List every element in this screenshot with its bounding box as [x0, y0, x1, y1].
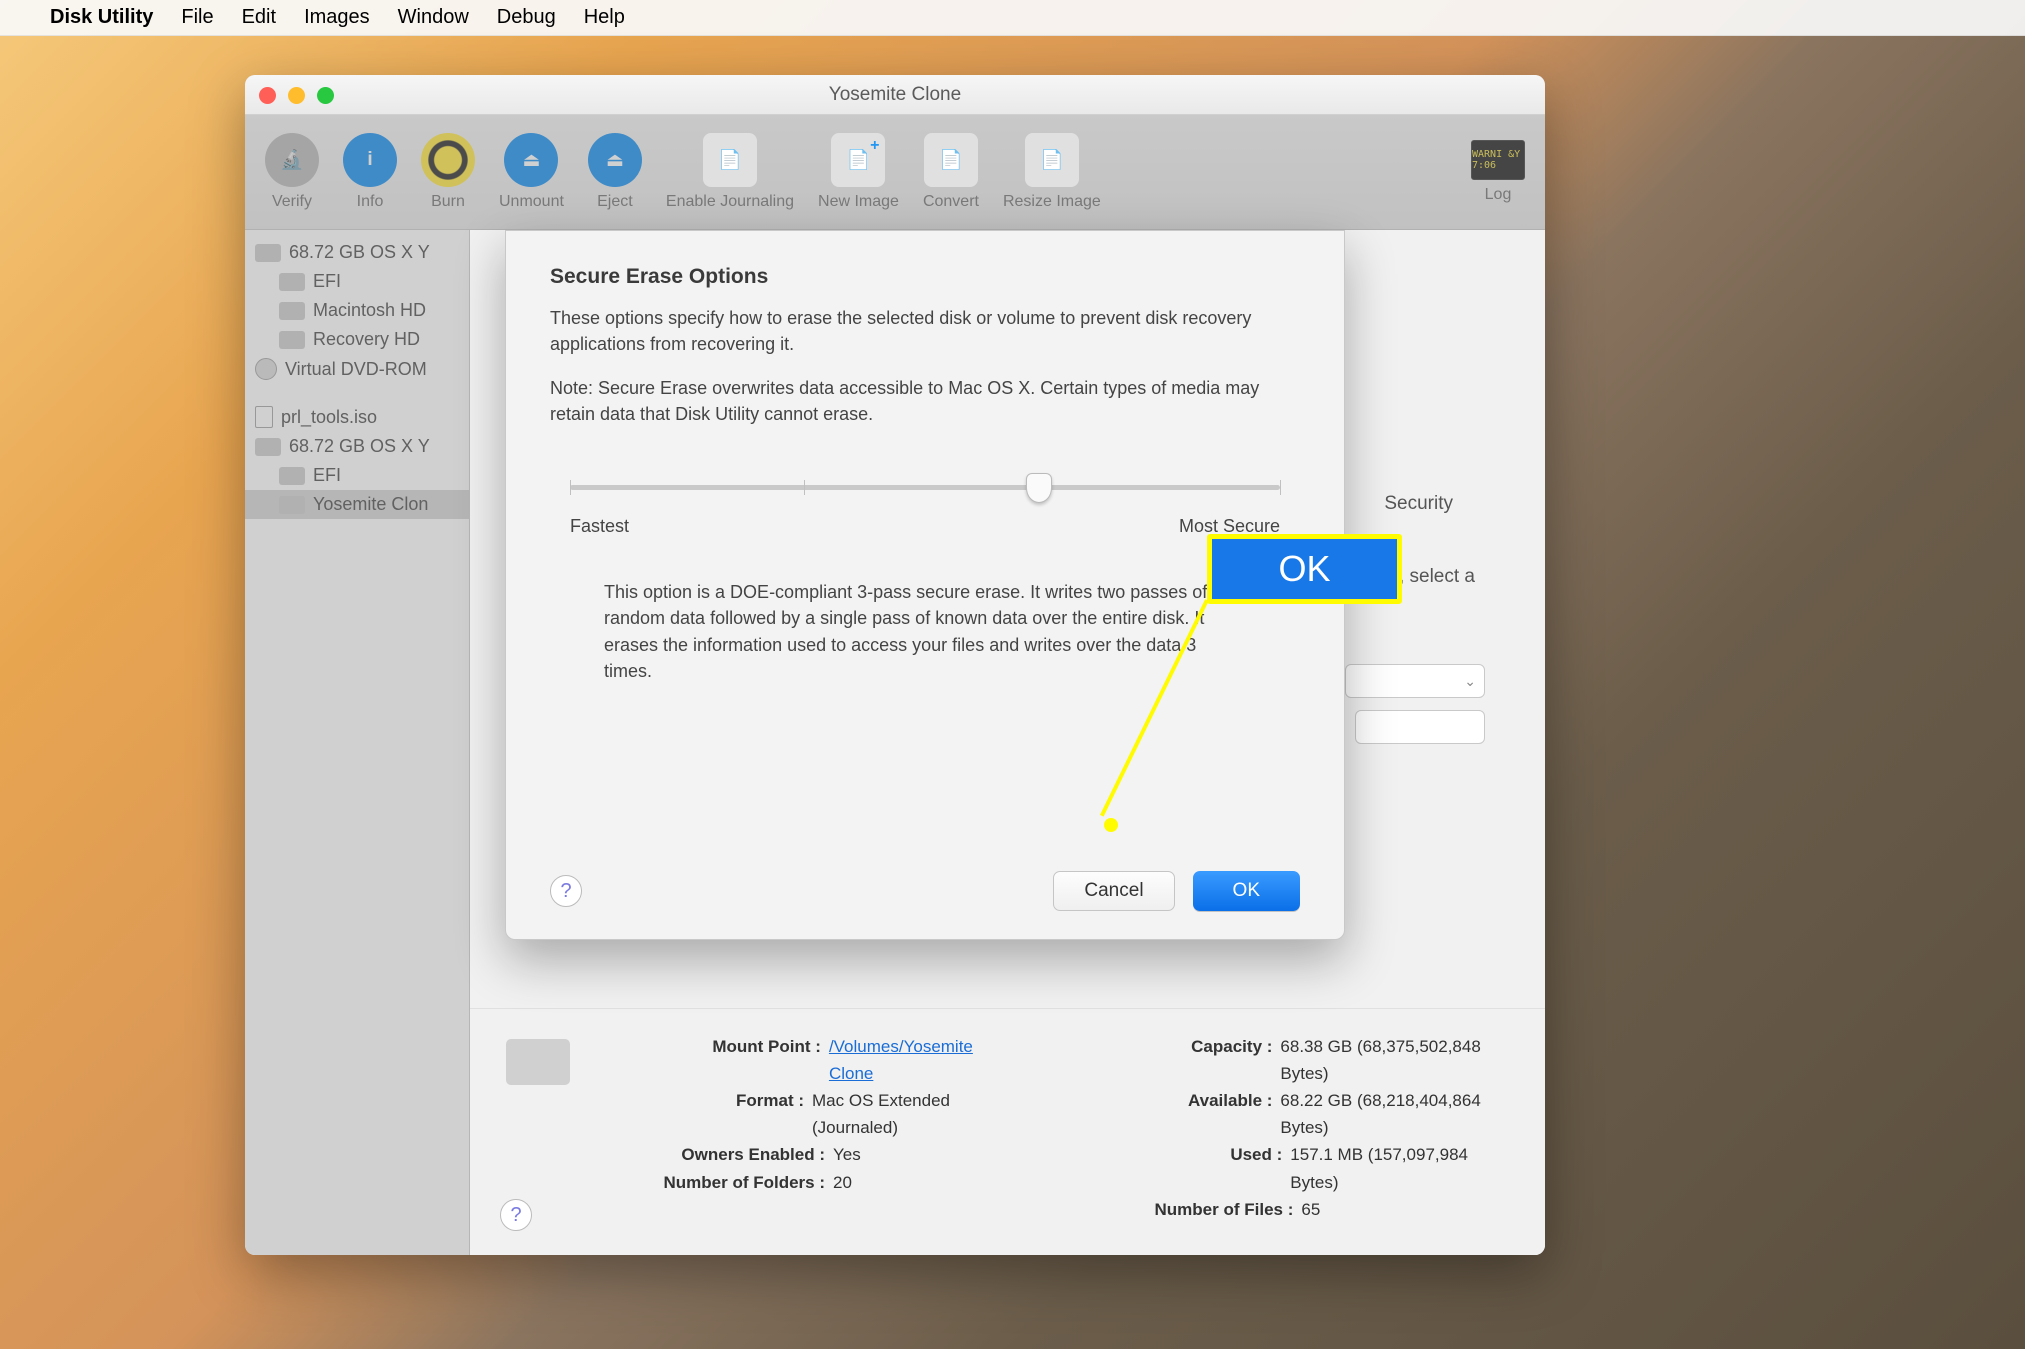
- menu-window[interactable]: Window: [398, 6, 469, 29]
- security-options-button[interactable]: [1355, 710, 1485, 744]
- format-label: Format :: [610, 1087, 804, 1141]
- new-image-icon: 📄: [831, 133, 885, 187]
- owners-value: Yes: [833, 1141, 861, 1168]
- window-title: Yosemite Clone: [829, 84, 961, 106]
- zoom-button[interactable]: [317, 87, 334, 104]
- journaling-icon: 📄: [703, 133, 757, 187]
- capacity-label: Capacity :: [1078, 1033, 1272, 1087]
- app-menu[interactable]: Disk Utility: [50, 6, 153, 29]
- resize-icon: 📄: [1025, 133, 1079, 187]
- help-button[interactable]: ?: [500, 1199, 532, 1231]
- files-label: Number of Files :: [1078, 1196, 1293, 1223]
- ok-button[interactable]: OK: [1193, 871, 1300, 911]
- annotation-dot: [1104, 818, 1118, 832]
- option-description: This option is a DOE-compliant 3-pass se…: [604, 579, 1246, 683]
- sheet-title: Secure Erase Options: [550, 265, 1300, 289]
- menu-debug[interactable]: Debug: [497, 6, 556, 29]
- folders-label: Number of Folders :: [610, 1169, 825, 1196]
- menu-help[interactable]: Help: [584, 6, 625, 29]
- info-col-left: Mount Point :/Volumes/Yosemite Clone For…: [610, 1033, 1018, 1223]
- folders-value: 20: [833, 1169, 852, 1196]
- menu-images[interactable]: Images: [304, 6, 370, 29]
- sheet-desc-2: Note: Secure Erase overwrites data acces…: [550, 375, 1300, 427]
- format-value: Mac OS Extended (Journaled): [812, 1087, 1018, 1141]
- slider-thumb[interactable]: [1026, 473, 1052, 503]
- mount-point-link[interactable]: /Volumes/Yosemite Clone: [829, 1037, 973, 1083]
- files-value: 65: [1301, 1196, 1320, 1223]
- window-titlebar[interactable]: Yosemite Clone: [245, 75, 1545, 115]
- volume-info-panel: Mount Point :/Volumes/Yosemite Clone For…: [470, 1008, 1545, 1255]
- capacity-value: 68.38 GB (68,375,502,848 Bytes): [1280, 1033, 1509, 1087]
- close-button[interactable]: [259, 87, 276, 104]
- menu-file[interactable]: File: [181, 6, 213, 29]
- owners-label: Owners Enabled :: [610, 1141, 825, 1168]
- convert-icon: 📄: [924, 133, 978, 187]
- disk-utility-window: Yosemite Clone 🔬Verify iInfo Burn ⏏Unmou…: [245, 75, 1545, 1255]
- used-label: Used :: [1078, 1141, 1282, 1195]
- erase-slider[interactable]: Fastest Most Secure: [570, 485, 1280, 537]
- cancel-button[interactable]: Cancel: [1053, 871, 1174, 911]
- traffic-lights: [259, 87, 334, 104]
- security-label: Security: [1384, 493, 1453, 515]
- mount-point-label: Mount Point :: [610, 1033, 821, 1087]
- used-value: 157.1 MB (157,097,984 Bytes): [1290, 1141, 1509, 1195]
- format-select[interactable]: [1345, 664, 1485, 698]
- sheet-desc-1: These options specify how to erase the s…: [550, 305, 1300, 357]
- menu-edit[interactable]: Edit: [242, 6, 276, 29]
- drive-icon: [506, 1039, 570, 1085]
- slider-left-label: Fastest: [570, 516, 629, 537]
- annotation-callout: OK: [1207, 534, 1402, 604]
- available-value: 68.22 GB (68,218,404,864 Bytes): [1280, 1087, 1509, 1141]
- menu-bar: Disk Utility File Edit Images Window Deb…: [0, 0, 2025, 36]
- minimize-button[interactable]: [288, 87, 305, 104]
- available-label: Available :: [1078, 1087, 1272, 1141]
- sheet-help-button[interactable]: ?: [550, 875, 582, 907]
- info-col-right: Capacity :68.38 GB (68,375,502,848 Bytes…: [1078, 1033, 1509, 1223]
